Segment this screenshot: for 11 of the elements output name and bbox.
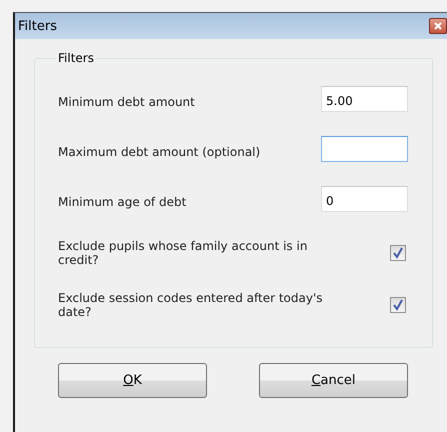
field-label: Minimum age of debt [58, 195, 188, 209]
field-label: Minimum debt amount [58, 95, 196, 109]
input-field[interactable]: 5.00 [321, 86, 408, 112]
group-title: Filters [57, 51, 95, 65]
field-label: Maximum debt amount (optional) [58, 145, 262, 159]
window-title: Filters [18, 18, 57, 34]
cancel-button[interactable]: Cancel [259, 363, 408, 398]
ok-button[interactable]: OK [58, 363, 207, 398]
input-field[interactable]: 0 [321, 186, 408, 212]
checkbox-label: Exclude session codes entered after today's date? [58, 291, 324, 319]
checkbox-label: Exclude pupils whose family account is in credit? [58, 239, 308, 267]
